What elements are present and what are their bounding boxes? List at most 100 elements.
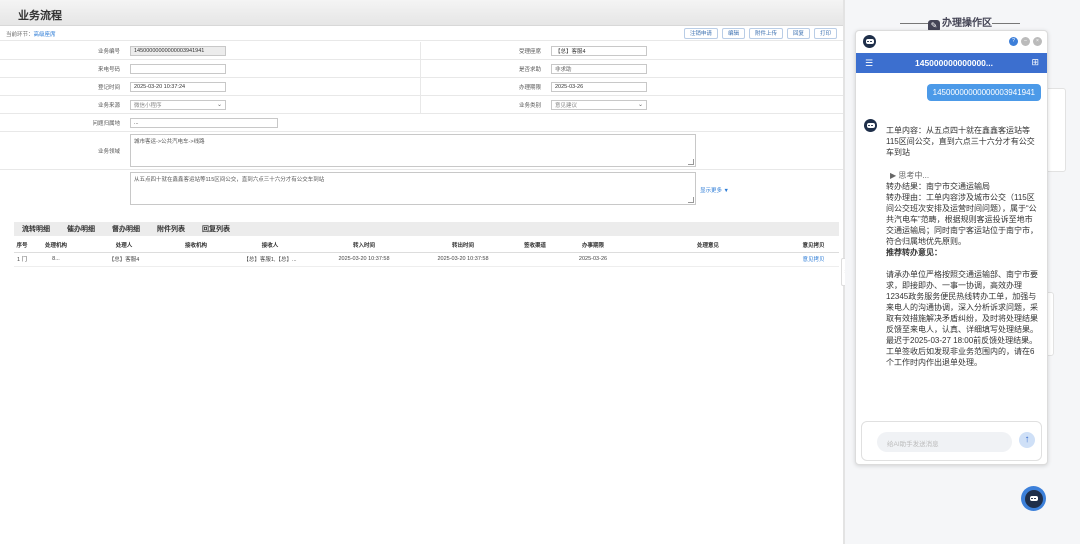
form-cell: 业务类别 意见建议 (421, 96, 843, 113)
tab-supervise-detail[interactable]: 督办明细 (112, 224, 140, 234)
business-form: 业务编号 14500000000000003941941 受理座席 【总】客服4… (0, 42, 843, 208)
title-divider (992, 23, 1020, 24)
deadline-label: 办理期限 (518, 84, 541, 91)
cancel-request-button[interactable]: 注销申请 (683, 28, 718, 39)
crumb-row: 当前环节：高级座席 注销申请 编辑 附件上传 回复 打印 (0, 26, 843, 41)
bot-avatar-icon (863, 35, 876, 48)
title-divider (900, 23, 928, 24)
form-row: 来电号码 是否求助 非求助 (0, 60, 843, 78)
tab-attachments[interactable]: 附件列表 (157, 224, 185, 234)
flow-table: 序号 处理机构 处理人 接收机构 接收人 转入时间 转出时间 签收渠道 办事期限… (14, 238, 839, 267)
upload-attachment-button[interactable]: 附件上传 (748, 28, 783, 39)
form-cell: 问题归属地 ... (0, 114, 843, 131)
tab-replies[interactable]: 回复列表 (202, 224, 230, 234)
thinking-toggle[interactable]: ▶ 思考中... (890, 170, 1038, 181)
chat-titlebar[interactable]: ? – × (856, 31, 1047, 53)
domain-textarea[interactable]: 城市客运->公共汽电车->线路 (130, 134, 696, 167)
table-cell: 2025-03-26 (558, 252, 628, 267)
window-controls: ? – × (1009, 37, 1042, 46)
col-header: 接收人 (226, 238, 314, 253)
crumb-value[interactable]: 高级座席 (34, 32, 56, 38)
seat-label: 受理座席 (518, 48, 541, 55)
edit-button[interactable]: 编辑 (721, 28, 745, 39)
crumb-label: 当前环节： (6, 32, 34, 38)
table-cell (166, 252, 226, 267)
form-row: 业务来源 微信小程序 业务类别 意见建议 (0, 96, 843, 114)
table-cell: 8... (30, 252, 82, 267)
help-icon[interactable]: ? (1009, 37, 1018, 46)
bot-message: 工单内容：从五点四十就在鑫鑫客运站等115区间公交，直到六点三十六分才有公交车到… (886, 125, 1038, 368)
biz-no-field[interactable]: 14500000000000003941941 (130, 45, 226, 56)
user-message: 14500000000000003941941 (926, 84, 1041, 101)
assistant-launcher-button[interactable] (1021, 486, 1046, 511)
breadcrumb: 当前环节：高级座席 (6, 30, 56, 38)
suggest-text: 请承办单位严格按照交通运输部、南宁市要求，即接即办、一事一协调，高效办理1234… (886, 270, 1038, 367)
show-more-link[interactable]: 显示更多 ▼ (700, 186, 729, 194)
transfer-result: 转办结果：南宁市交通运输局 (886, 182, 990, 191)
tab-urge-detail[interactable]: 催办明细 (67, 224, 95, 234)
new-chat-icon[interactable]: ⊞ (1031, 57, 1039, 68)
region-field[interactable]: ... (130, 117, 278, 128)
form-cell: 来电号码 (0, 60, 421, 77)
tab-flow-detail[interactable]: 流转明细 (22, 224, 50, 234)
reg-time-label: 登记时间 (97, 84, 120, 91)
form-row: 登记时间 2025-03-20 10:37:24 办理期限 2025-03-26 (0, 78, 843, 96)
col-header: 序号 (14, 238, 30, 253)
col-header: 办事期限 (558, 238, 628, 253)
close-icon[interactable]: × (1033, 37, 1042, 46)
robot-icon (1024, 489, 1043, 508)
category-value: 意见建议 (555, 102, 578, 109)
ai-chat-window: ? – × ☰ 145000000000000... ⊞ 14500000000… (855, 30, 1048, 465)
col-header: 处理人 (82, 238, 166, 253)
source-label: 业务来源 (97, 102, 120, 109)
form-row: 业务编号 14500000000000003941941 受理座席 【总】客服4 (0, 42, 843, 60)
reg-time-field[interactable]: 2025-03-20 10:37:24 (130, 81, 226, 92)
form-cell: 业务领域 城市客运->公共汽电车->线路 (0, 132, 843, 169)
form-row: 从五点四十就在鑫鑫客运站等115区间公交，直到六点三十六分才有公交车到站 显示更… (0, 170, 843, 208)
table-cell (512, 252, 558, 267)
chat-title: 145000000000000... (915, 58, 993, 68)
form-cell: 办理期限 2025-03-26 (421, 78, 843, 95)
table-cell: 2025-03-20 10:37:58 (414, 252, 512, 267)
urgent-field[interactable]: 非求助 (551, 63, 647, 74)
page-title: 业务流程 (18, 10, 62, 22)
bot-avatar-icon (864, 119, 877, 132)
minimize-icon[interactable]: – (1021, 37, 1030, 46)
col-header: 转出时间 (414, 238, 512, 253)
form-cell: 业务来源 微信小程序 (0, 96, 421, 113)
reply-button[interactable]: 回复 (786, 28, 810, 39)
chat-input[interactable]: 给AI助手发送消息 (877, 432, 1012, 452)
print-button[interactable]: 打印 (813, 28, 837, 39)
opinion-copy-link[interactable]: 意见拷贝 (788, 252, 839, 267)
source-select[interactable]: 微信小程序 (130, 99, 226, 110)
table-header-row: 序号 处理机构 处理人 接收机构 接收人 转入时间 转出时间 签收渠道 办事期限… (14, 238, 839, 253)
region-label: 问题归属地 (92, 120, 120, 127)
chat-messages[interactable]: 14500000000000003941941 工单内容：从五点四十就在鑫鑫客运… (856, 73, 1047, 399)
history-list-icon[interactable]: ☰ (865, 58, 873, 69)
table-cell: 【总】客服4 (82, 252, 166, 267)
form-row: 业务领域 城市客运->公共汽电车->线路 (0, 132, 843, 170)
table-row[interactable]: 1 门 8... 【总】客服4 【总】客服1,【总】... 2025-03-20… (14, 252, 839, 267)
form-cell: 受理座席 【总】客服4 (421, 42, 843, 59)
send-button[interactable]: ↑ (1019, 432, 1035, 448)
top-actions: 注销申请 编辑 附件上传 回复 打印 (683, 28, 837, 39)
form-cell: 是否求助 非求助 (421, 60, 843, 77)
phone-label: 来电号码 (97, 66, 120, 73)
col-header: 处理意见 (628, 238, 788, 253)
deadline-field[interactable]: 2025-03-26 (551, 81, 647, 92)
seat-field[interactable]: 【总】客服4 (551, 45, 647, 56)
form-row: 问题归属地 ... (0, 114, 843, 132)
table-cell: 1 门 (14, 252, 30, 267)
category-select[interactable]: 意见建议 (551, 99, 647, 110)
content-textarea[interactable]: 从五点四十就在鑫鑫客运站等115区间公交，直到六点三十六分才有公交车到站 (130, 172, 696, 205)
table-cell (628, 252, 788, 267)
category-label: 业务类别 (518, 102, 541, 109)
table-cell: 【总】客服1,【总】... (226, 252, 314, 267)
table-cell: 2025-03-20 10:37:58 (314, 252, 414, 267)
form-cell: 业务编号 14500000000000003941941 (0, 42, 421, 59)
main-area: 业务流程 当前环节：高级座席 注销申请 编辑 附件上传 回复 打印 业务编号 1… (0, 0, 843, 544)
phone-field[interactable] (130, 63, 226, 74)
col-header: 接收机构 (166, 238, 226, 253)
form-cell: 从五点四十就在鑫鑫客运站等115区间公交，直到六点三十六分才有公交车到站 显示更… (0, 170, 843, 208)
form-cell: 登记时间 2025-03-20 10:37:24 (0, 78, 421, 95)
